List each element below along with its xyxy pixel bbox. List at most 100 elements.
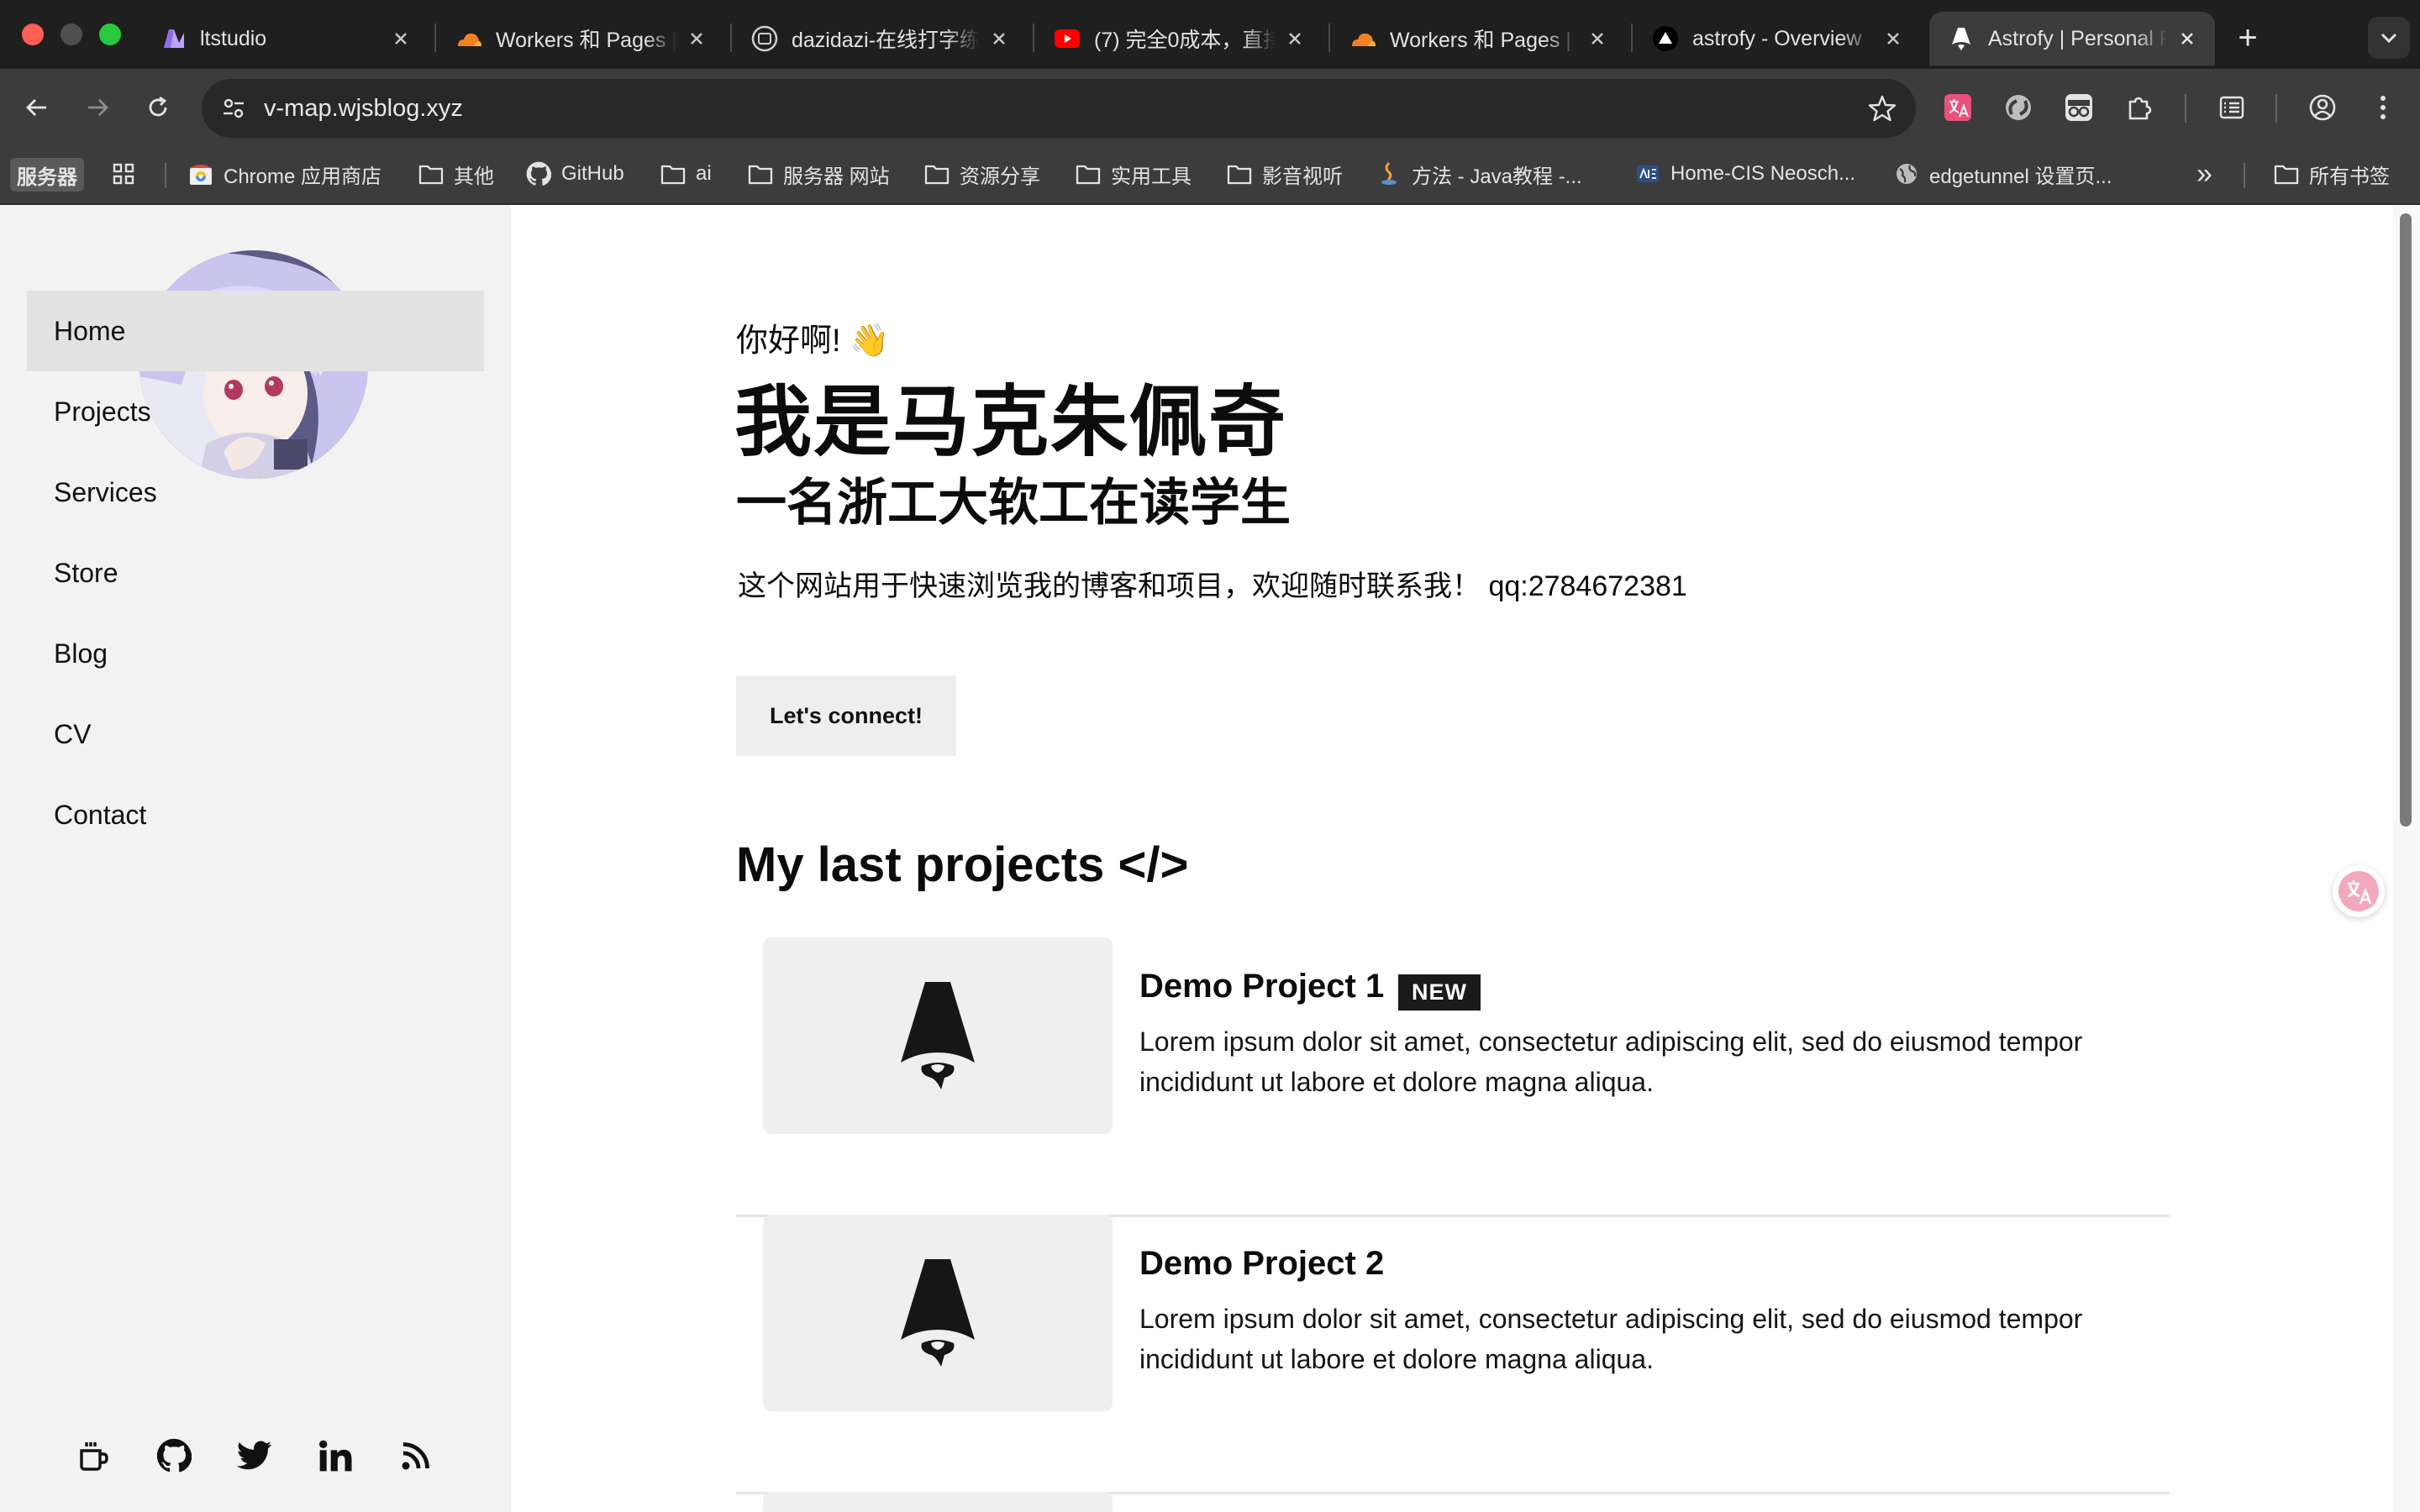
- puzzle-icon: [2128, 97, 2152, 120]
- browser-tab-5[interactable]: Workers 和 Pages | Cloudflare: [1331, 12, 1625, 66]
- close-icon[interactable]: [1881, 26, 1906, 51]
- bookmark-label: 资源分享: [960, 165, 1040, 188]
- reload-icon: [149, 96, 167, 117]
- tab-title: Workers 和 Pages | Cloudflare: [496, 29, 677, 52]
- window-close-dot[interactable]: [22, 24, 44, 45]
- close-icon[interactable]: [2175, 26, 2200, 51]
- scrollbar-thumb[interactable]: [2400, 213, 2412, 827]
- all-bookmarks-button[interactable]: 所有书签: [2274, 155, 2390, 193]
- bookmark-folder-ai[interactable]: ai: [660, 155, 712, 193]
- nav-projects[interactable]: Projects: [27, 371, 484, 452]
- arrow-left-icon: [26, 99, 46, 116]
- browser-tab-3[interactable]: dazidazi-在线打字练习: [733, 12, 1027, 66]
- site-info-icon[interactable]: [213, 88, 254, 129]
- project-card[interactable]: Demo Project 2 Lorem ipsum dolor sit ame…: [736, 1215, 2170, 1494]
- tab-title: Astrofy | Personal Portfolio: [1988, 26, 2168, 50]
- incognito-extension-button[interactable]: [2059, 87, 2099, 128]
- projects-section-heading: My last projects </>: [736, 837, 1189, 892]
- tab-title: dazidazi-在线打字练习: [792, 29, 980, 52]
- github-icon[interactable]: [155, 1436, 193, 1475]
- window-zoom-dot[interactable]: [99, 24, 121, 45]
- nav-store[interactable]: Store: [27, 533, 484, 613]
- bookmarks-separator: [2244, 163, 2245, 188]
- browser-tab-7-active[interactable]: Astrofy | Personal Portfolio: [1929, 12, 2215, 66]
- browser-tab-1[interactable]: ltstudio: [141, 12, 429, 66]
- bookmark-folder-other[interactable]: 其他: [418, 155, 494, 193]
- close-icon[interactable]: [388, 26, 413, 51]
- close-icon[interactable]: [1282, 26, 1307, 51]
- bookmarks-separator: [165, 163, 166, 188]
- nav-contact[interactable]: Contact: [27, 774, 484, 855]
- linkedin-icon[interactable]: [316, 1436, 355, 1475]
- page-scrollbar[interactable]: [2393, 205, 2420, 1512]
- profile-button[interactable]: [2302, 87, 2343, 128]
- browser-tab-strip: ltstudio Workers 和 Pages | Cloudflare da…: [0, 0, 2420, 69]
- chrome-webstore-icon: [188, 161, 213, 186]
- new-badge: NEW: [1398, 974, 1481, 1011]
- translate-extension-icon: [1944, 94, 1971, 121]
- description-line: Lorem ipsum dolor sit amet, consectetur …: [1139, 1304, 2083, 1334]
- new-tab-button[interactable]: +: [2228, 18, 2267, 57]
- close-icon[interactable]: [986, 26, 1012, 51]
- bookmark-edgetunnel[interactable]: edgetunnel 设置页...: [1894, 155, 2112, 193]
- close-icon[interactable]: [1585, 26, 1610, 51]
- bookmark-github[interactable]: GitHub: [526, 155, 624, 193]
- bookmark-java-tutorial[interactable]: 方法 - Java教程 -...: [1376, 155, 1582, 193]
- address-bar[interactable]: v-map.wjsblog.xyz: [202, 79, 1916, 138]
- more-vertical-icon: [2381, 96, 2386, 119]
- bookmark-folder-resources[interactable]: 资源分享: [924, 155, 1040, 193]
- browser-tab-6[interactable]: astrofy - Overview: [1634, 12, 1921, 66]
- close-icon[interactable]: [684, 26, 709, 51]
- glasses-extension-icon: [2065, 94, 2092, 121]
- reading-list-button[interactable]: [2212, 87, 2252, 128]
- bookmarks-bar: 服务器 Chrome 应用商店 其他 GitHub ai 服务器 网站 资源分享…: [0, 146, 2420, 205]
- project-title[interactable]: Demo Project 1: [1139, 968, 1384, 1005]
- coffee-icon[interactable]: [74, 1436, 113, 1475]
- toolbar-separator: [2185, 94, 2186, 123]
- bookmark-folder-media[interactable]: 影音视听: [1227, 155, 1343, 193]
- dazidazi-favicon-icon: [751, 25, 778, 52]
- bookmark-chip-server[interactable]: 服务器: [10, 158, 84, 192]
- apps-grid-icon: [111, 161, 136, 186]
- hero-intro-text: 这个网站用于快速浏览我的博客和项目，欢迎随时联系我！ qq:2784672381: [738, 570, 1687, 602]
- bookmark-folder-tools[interactable]: 实用工具: [1076, 155, 1192, 193]
- description-line: Lorem ipsum dolor sit amet, consectetur …: [1139, 1026, 2083, 1057]
- tab-separator: [1631, 24, 1633, 52]
- hero-role-subheading: 一名浙工大软工在读学生: [736, 475, 1291, 531]
- bookmark-neoschool[interactable]: Home-CIS Neosch...: [1635, 155, 1855, 193]
- project-title[interactable]: Demo Project 2: [1139, 1245, 1384, 1283]
- bookmark-chrome-webstore[interactable]: Chrome 应用商店: [188, 155, 381, 193]
- browser-tab-2[interactable]: Workers 和 Pages | Cloudflare: [437, 12, 724, 66]
- twitter-icon[interactable]: [235, 1436, 274, 1475]
- nav-blog[interactable]: Blog: [27, 613, 484, 694]
- bookmark-apps[interactable]: [111, 155, 146, 193]
- project-description: Lorem ipsum dolor sit amet, consectetur …: [1139, 1299, 2165, 1379]
- neoschool-icon: [1635, 161, 1660, 186]
- swirl-extension-button[interactable]: [1998, 87, 2039, 128]
- toolbar-separator: [2275, 94, 2277, 123]
- url-text[interactable]: v-map.wjsblog.xyz: [264, 79, 463, 138]
- bookmark-folder-servers[interactable]: 服务器 网站: [748, 155, 890, 193]
- back-button[interactable]: [17, 87, 57, 128]
- bookmark-star-icon[interactable]: [1867, 93, 1897, 123]
- floating-translate-button[interactable]: [2333, 865, 2385, 917]
- nav-services[interactable]: Services: [27, 452, 484, 533]
- window-minimize-dot[interactable]: [60, 24, 82, 45]
- translate-extension-button[interactable]: [1938, 87, 1978, 128]
- browser-tab-4[interactable]: (7) 完全0成本，直接: [1035, 12, 1323, 66]
- tab-separator: [434, 24, 436, 52]
- extensions-button[interactable]: [2119, 87, 2160, 128]
- rss-icon[interactable]: [397, 1436, 435, 1475]
- nav-home[interactable]: Home: [27, 291, 484, 371]
- forward-button[interactable]: [77, 87, 118, 128]
- reload-button[interactable]: [138, 87, 178, 128]
- project-card[interactable]: Demo Project 1 NEW Lorem ipsum dolor sit…: [736, 937, 2170, 1217]
- nav-cv[interactable]: CV: [27, 694, 484, 774]
- browser-menu-button[interactable]: [2363, 87, 2403, 128]
- java-icon: [1376, 161, 1402, 186]
- more-bookmarks-button[interactable]: »: [2196, 155, 2212, 193]
- lets-connect-button[interactable]: Let's connect!: [736, 675, 956, 756]
- tab-separator: [1328, 24, 1330, 52]
- tab-search-button[interactable]: [2368, 17, 2410, 59]
- project-thumbnail: [763, 937, 1113, 1134]
